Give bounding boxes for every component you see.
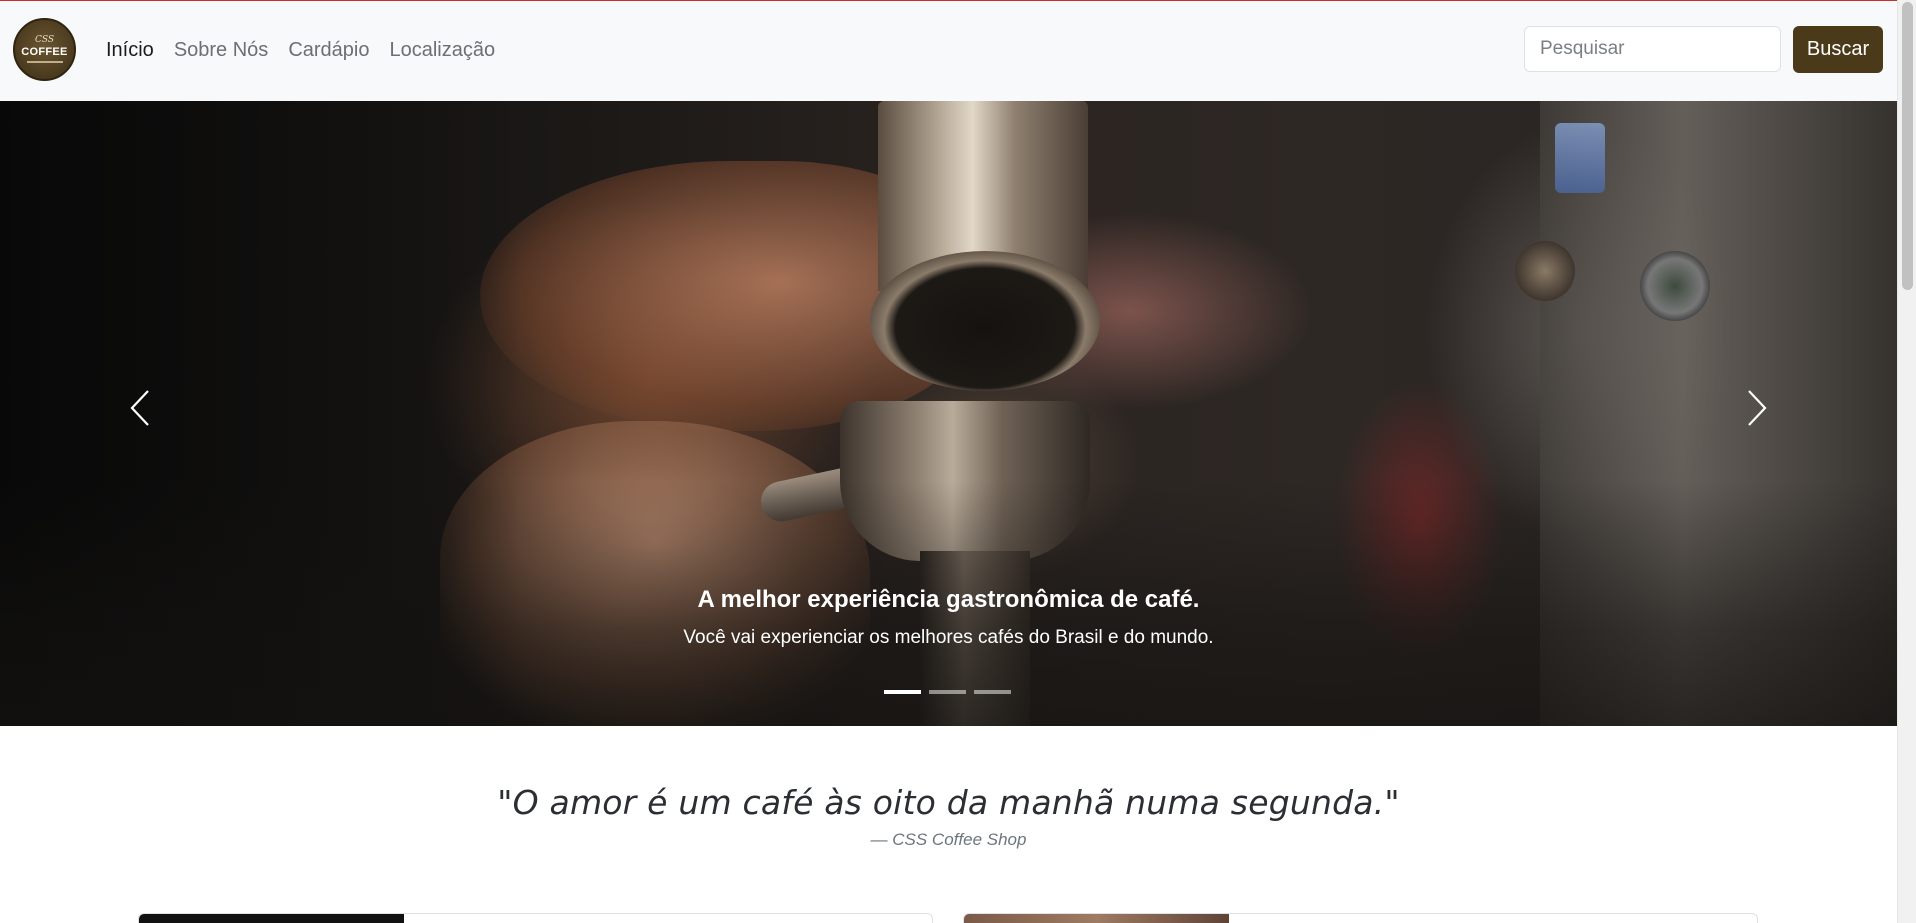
logo-text: COFFEE <box>21 46 68 58</box>
chevron-right-icon <box>1748 390 1767 426</box>
hero-machine-screen <box>1555 123 1605 193</box>
search-button[interactable]: Buscar <box>1793 26 1883 73</box>
hero-knob <box>1515 241 1575 301</box>
nav-link-sobre-nos[interactable]: Sobre Nós <box>174 35 269 65</box>
quote-author: — CSS Coffee Shop <box>870 830 1027 849</box>
carousel-indicator-2[interactable] <box>929 690 966 694</box>
chevron-left-icon <box>130 390 149 426</box>
search-input[interactable] <box>1524 26 1781 72</box>
navbar: CSS COFFEE Início Sobre Nós Cardápio Loc… <box>0 0 1897 101</box>
carousel-caption-text: Você vai experienciar os melhores cafés … <box>683 627 1214 648</box>
card-image <box>139 914 404 923</box>
scrollbar[interactable] <box>1897 0 1916 923</box>
nav-link-cardapio[interactable]: Cardápio <box>288 35 369 65</box>
carousel-prev-button[interactable] <box>110 373 170 443</box>
hero-carousel: A melhor experiência gastronômica de caf… <box>0 101 1897 726</box>
carousel-caption-title: A melhor experiência gastronômica de caf… <box>697 586 1200 613</box>
hero-tamper-base <box>870 251 1100 391</box>
card[interactable] <box>963 913 1758 923</box>
carousel-indicators <box>884 690 1011 694</box>
logo[interactable]: CSS COFFEE <box>13 18 76 81</box>
hero-knob <box>1640 251 1710 321</box>
carousel-indicator-1[interactable] <box>884 690 921 694</box>
page: CSS COFFEE Início Sobre Nós Cardápio Loc… <box>0 0 1897 923</box>
logo-underline <box>26 61 63 63</box>
card-image <box>964 914 1229 923</box>
scrollbar-thumb[interactable] <box>1902 2 1913 290</box>
logo-small-text: CSS <box>34 35 55 45</box>
nav-link-inicio[interactable]: Início <box>106 35 154 65</box>
carousel-indicator-3[interactable] <box>974 690 1011 694</box>
nav-link-localizacao[interactable]: Localização <box>389 35 495 65</box>
quote-text: "O amor é um café às oito da manhã numa … <box>497 783 1400 822</box>
carousel-next-button[interactable] <box>1727 373 1787 443</box>
nav-links: Início Sobre Nós Cardápio Localização <box>106 35 495 65</box>
card[interactable] <box>138 913 933 923</box>
